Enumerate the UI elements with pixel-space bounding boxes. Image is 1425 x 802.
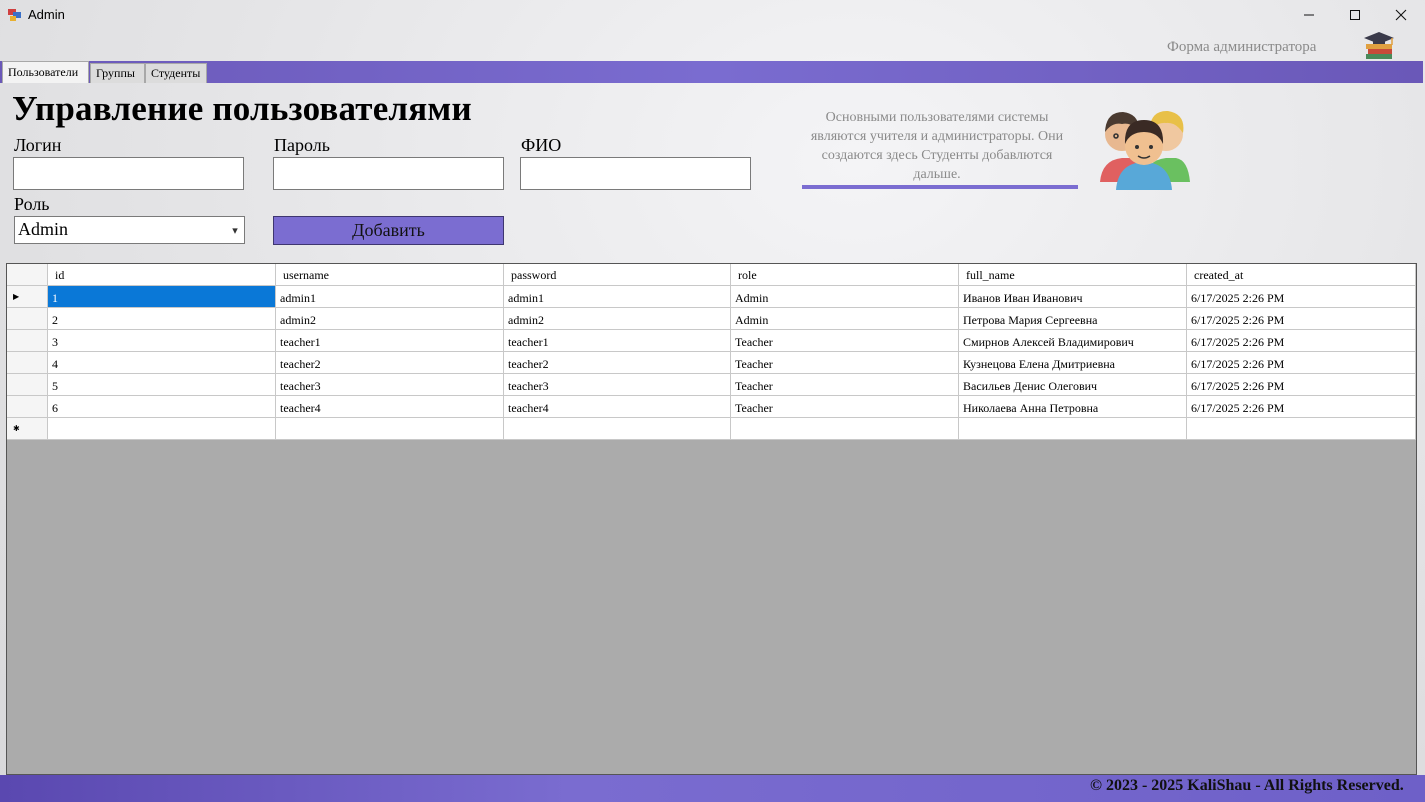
table-cell[interactable]: 4 — [48, 352, 276, 374]
column-header-full-name[interactable]: full_name — [959, 264, 1187, 286]
table-cell[interactable]: Иванов Иван Иванович — [959, 286, 1187, 308]
grid-corner[interactable] — [7, 264, 48, 286]
window-title: Admin — [28, 7, 65, 22]
page-title: Управление пользователями — [12, 89, 472, 128]
table-cell[interactable]: teacher3 — [276, 374, 504, 396]
table-cell[interactable] — [731, 418, 959, 440]
new-row[interactable]: ✱ — [7, 418, 1416, 440]
people-group-icon — [1100, 110, 1190, 190]
table-cell[interactable]: teacher2 — [504, 352, 731, 374]
row-pointer-icon[interactable]: ▶ — [7, 286, 48, 308]
login-input[interactable] — [13, 157, 244, 190]
table-cell[interactable]: Смирнов Алексей Владимирович — [959, 330, 1187, 352]
table-cell[interactable]: 3 — [48, 330, 276, 352]
table-cell[interactable]: 6 — [48, 396, 276, 418]
grid-header: id username password role full_name crea… — [7, 264, 1416, 286]
password-label: Пароль — [274, 135, 330, 155]
tab-strip — [0, 61, 1423, 83]
table-cell[interactable]: 6/17/2025 2:26 PM — [1187, 396, 1416, 418]
minimize-icon — [1304, 14, 1314, 16]
table-cell[interactable]: 6/17/2025 2:26 PM — [1187, 286, 1416, 308]
table-cell[interactable] — [48, 418, 276, 440]
table-cell[interactable]: 6/17/2025 2:26 PM — [1187, 352, 1416, 374]
row-header[interactable] — [7, 374, 48, 396]
add-button[interactable]: Добавить — [273, 216, 504, 245]
password-input[interactable] — [273, 157, 504, 190]
table-cell[interactable]: admin2 — [276, 308, 504, 330]
close-button[interactable] — [1378, 0, 1424, 30]
table-row[interactable]: 3 teacher1 teacher1 Teacher Смирнов Алек… — [7, 330, 1416, 352]
graduation-books-icon — [1364, 32, 1394, 59]
tab-groups[interactable]: Группы — [90, 63, 145, 83]
table-cell[interactable]: 6/17/2025 2:26 PM — [1187, 330, 1416, 352]
table-cell[interactable]: teacher3 — [504, 374, 731, 396]
chevron-down-icon[interactable]: ▾ — [228, 221, 242, 239]
table-cell[interactable]: Teacher — [731, 352, 959, 374]
tab-students[interactable]: Студенты — [145, 63, 207, 83]
table-cell[interactable]: Admin — [731, 308, 959, 330]
login-label: Логин — [14, 135, 62, 155]
fio-input[interactable] — [520, 157, 751, 190]
column-header-id[interactable]: id — [48, 264, 276, 286]
tab-users[interactable]: Пользователи — [2, 61, 89, 83]
column-header-created-at[interactable]: created_at — [1187, 264, 1416, 286]
table-cell[interactable]: 1 — [48, 286, 276, 308]
table-cell[interactable]: admin1 — [276, 286, 504, 308]
table-cell[interactable]: Admin — [731, 286, 959, 308]
form-caption: Форма администратора — [1167, 39, 1317, 55]
new-row-icon[interactable]: ✱ — [7, 418, 48, 440]
table-cell[interactable]: teacher2 — [276, 352, 504, 374]
row-header[interactable] — [7, 396, 48, 418]
table-row[interactable]: 4 teacher2 teacher2 Teacher Кузнецова Ел… — [7, 352, 1416, 374]
row-header[interactable] — [7, 308, 48, 330]
table-cell[interactable]: Teacher — [731, 374, 959, 396]
app-icon — [8, 9, 21, 21]
table-cell[interactable]: teacher1 — [504, 330, 731, 352]
table-cell[interactable]: 5 — [48, 374, 276, 396]
table-cell[interactable] — [959, 418, 1187, 440]
table-cell[interactable] — [276, 418, 504, 440]
table-cell[interactable]: Teacher — [731, 330, 959, 352]
column-header-username[interactable]: username — [276, 264, 504, 286]
maximize-icon — [1350, 10, 1360, 20]
maximize-button[interactable] — [1332, 0, 1378, 30]
table-cell[interactable]: Николаева Анна Петровна — [959, 396, 1187, 418]
close-icon — [1395, 9, 1407, 21]
info-text: Основными пользователями системы являютс… — [810, 110, 1064, 182]
table-cell[interactable]: Васильев Денис Олегович — [959, 374, 1187, 396]
table-cell[interactable]: Кузнецова Елена Дмитриевна — [959, 352, 1187, 374]
table-row[interactable]: 6 teacher4 teacher4 Teacher Николаева Ан… — [7, 396, 1416, 418]
table-row[interactable]: 2 admin2 admin2 Admin Петрова Мария Серг… — [7, 308, 1416, 330]
table-cell[interactable]: 6/17/2025 2:26 PM — [1187, 308, 1416, 330]
row-header[interactable] — [7, 352, 48, 374]
info-underline — [802, 185, 1078, 189]
table-cell[interactable]: admin2 — [504, 308, 731, 330]
table-cell[interactable]: teacher4 — [276, 396, 504, 418]
table-cell[interactable]: 6/17/2025 2:26 PM — [1187, 374, 1416, 396]
role-select-value: Admin — [18, 219, 69, 239]
table-cell[interactable]: Петрова Мария Сергеевна — [959, 308, 1187, 330]
table-row[interactable]: ▶ 1 admin1 admin1 Admin Иванов Иван Иван… — [7, 286, 1416, 308]
table-cell[interactable]: Teacher — [731, 396, 959, 418]
table-cell[interactable] — [504, 418, 731, 440]
table-row[interactable]: 5 teacher3 teacher3 Teacher Васильев Ден… — [7, 374, 1416, 396]
role-label: Роль — [14, 194, 50, 214]
role-select[interactable]: Admin — [14, 216, 245, 244]
table-cell[interactable]: 2 — [48, 308, 276, 330]
table-cell[interactable]: teacher1 — [276, 330, 504, 352]
table-cell[interactable]: teacher4 — [504, 396, 731, 418]
table-cell[interactable] — [1187, 418, 1416, 440]
column-header-role[interactable]: role — [731, 264, 959, 286]
row-header[interactable] — [7, 330, 48, 352]
footer-copyright: © 2023 - 2025 KaliShau - All Rights Rese… — [1090, 777, 1404, 794]
users-grid[interactable]: id username password role full_name crea… — [6, 263, 1417, 775]
minimize-button[interactable] — [1286, 0, 1332, 30]
fio-label: ФИО — [521, 135, 562, 155]
title-bar: Admin — [0, 0, 1425, 30]
column-header-password[interactable]: password — [504, 264, 731, 286]
table-cell[interactable]: admin1 — [504, 286, 731, 308]
